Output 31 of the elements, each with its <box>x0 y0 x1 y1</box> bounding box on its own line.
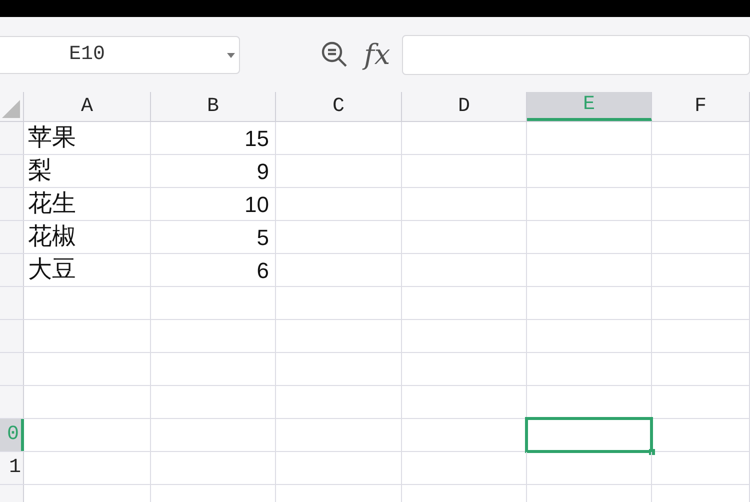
row-header[interactable]: 1 <box>0 452 24 484</box>
row-header[interactable] <box>0 386 24 418</box>
column-header[interactable]: A <box>24 92 151 121</box>
column-header[interactable]: F <box>652 92 750 121</box>
table-cell-text: 10 <box>244 190 269 218</box>
name-box[interactable]: E10 <box>0 36 240 74</box>
row-header[interactable] <box>0 188 24 220</box>
table-cell-text: 6 <box>256 256 269 284</box>
table-cell-text: 梨 <box>28 156 52 186</box>
cell-reference: E10 <box>69 42 106 68</box>
row-header[interactable] <box>0 155 24 187</box>
table-cell-text: 苹果 <box>28 123 76 153</box>
row-header[interactable] <box>0 122 24 154</box>
row-header[interactable] <box>0 353 24 385</box>
caret-icon[interactable] <box>227 52 235 58</box>
row-header[interactable] <box>0 254 24 286</box>
table-cell-text: 5 <box>256 224 269 252</box>
table-cell-text: 大豆 <box>28 255 76 285</box>
table-cell-text: 9 <box>256 158 269 186</box>
table-cell-text: 花椒 <box>28 222 76 252</box>
selected-cell[interactable] <box>525 417 653 453</box>
table-cell-text: 花生 <box>28 189 76 219</box>
column-header[interactable]: C <box>276 92 402 121</box>
select-all-icon[interactable] <box>2 100 20 118</box>
column-header[interactable]: B <box>151 92 276 121</box>
formula-field[interactable] <box>402 34 750 74</box>
function-button[interactable]: fx <box>364 34 390 76</box>
row-header[interactable] <box>0 221 24 253</box>
row-header[interactable] <box>0 320 24 352</box>
row-header[interactable] <box>0 287 24 319</box>
table-cell-text: 15 <box>244 124 269 152</box>
